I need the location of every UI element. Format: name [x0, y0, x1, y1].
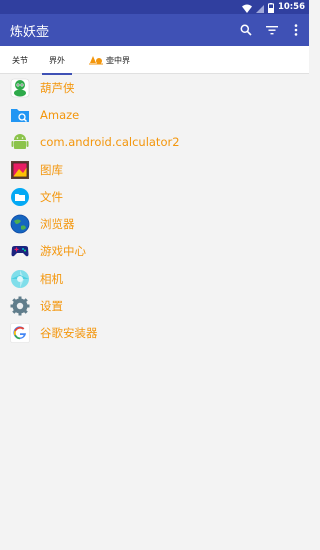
tab-joints[interactable]: 关节	[12, 46, 28, 74]
list-item[interactable]: 葫芦侠	[0, 74, 309, 101]
settings-icon	[10, 296, 30, 316]
more-options-icon[interactable]	[288, 22, 304, 38]
app-label: com.android.calculator2	[40, 135, 180, 150]
pot-icon	[89, 55, 103, 65]
android-icon	[10, 132, 30, 152]
files-icon	[10, 187, 30, 207]
tab-bar: 关节 界外 壶中界	[0, 46, 309, 75]
app-label: 图库	[40, 162, 63, 177]
list-item[interactable]: 游戏中心	[0, 238, 309, 265]
status-bar: 10:56	[0, 0, 309, 14]
app-label: 浏览器	[40, 217, 75, 232]
list-item[interactable]: com.android.calculator2	[0, 129, 309, 156]
tab-label: 界外	[49, 55, 65, 65]
app-bar: 炼妖壶	[0, 14, 309, 46]
list-item[interactable]: 图库	[0, 156, 309, 183]
app-label: 相机	[40, 271, 63, 286]
app-label: 设置	[40, 299, 63, 314]
amaze-folder-icon	[10, 105, 30, 125]
filter-icon[interactable]	[264, 22, 280, 38]
list-item[interactable]: 文件	[0, 183, 309, 210]
app-label: 葫芦侠	[40, 80, 75, 95]
gallery-icon	[10, 160, 30, 180]
google-icon	[10, 323, 30, 344]
app-label: 谷歌安装器	[40, 326, 98, 341]
tab-outside[interactable]: 界外	[42, 46, 72, 75]
app-label: Amaze	[40, 107, 80, 122]
app-list: 葫芦侠 Amaze com.android.calculator2 图库 文件 …	[0, 74, 309, 347]
camera-icon	[10, 269, 30, 289]
tab-label: 壶中界	[106, 55, 130, 65]
app-label: 游戏中心	[40, 244, 86, 259]
list-item[interactable]: 浏览器	[0, 210, 309, 237]
gamepad-icon	[10, 241, 30, 261]
list-item[interactable]: 谷歌安装器	[0, 320, 309, 347]
list-item[interactable]: 设置	[0, 292, 309, 319]
status-time: 10:56	[277, 2, 305, 12]
list-item[interactable]: Amaze	[0, 101, 309, 128]
list-item[interactable]: 相机	[0, 265, 309, 292]
app-label: 文件	[40, 189, 63, 204]
app-title: 炼妖壶	[10, 25, 50, 40]
tab-inside-pot[interactable]: 壶中界	[89, 46, 130, 74]
huluxia-icon	[10, 78, 30, 98]
browser-icon	[10, 214, 30, 234]
tab-label: 关节	[12, 55, 28, 65]
search-icon[interactable]	[238, 22, 254, 38]
